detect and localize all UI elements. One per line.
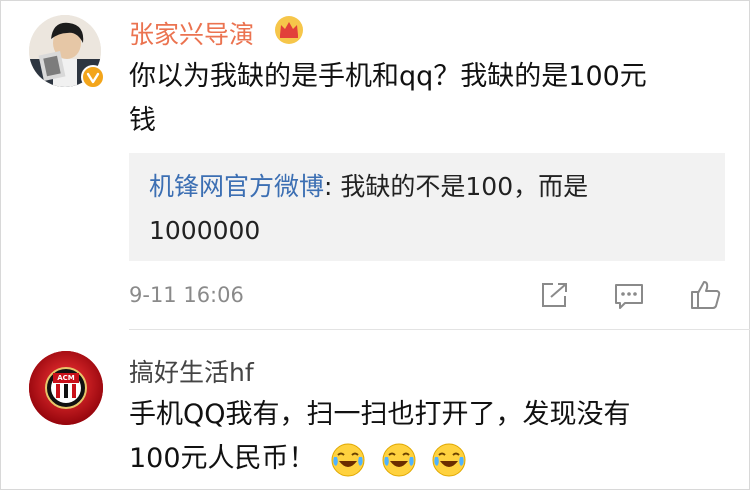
quoted-comment[interactable]: 机锋网官方微博: 我缺的不是100，而是 1000000: [129, 153, 725, 261]
verified-badge-icon: [81, 65, 105, 93]
avatar-user2[interactable]: ACM: [29, 351, 103, 425]
quoted-text-line2: 1000000: [149, 216, 261, 245]
comment1-timestamp: 9-11 16:06: [129, 283, 244, 307]
comment2-text: 手机QQ我有，扫一扫也打开了，发现没有 100元人民币！: [129, 393, 739, 481]
quoted-author-link[interactable]: 机锋网官方微博: [149, 172, 324, 201]
comment-icon: [615, 284, 643, 309]
laughing-crying-emoji: [381, 442, 417, 478]
like-button[interactable]: [689, 279, 723, 311]
like-icon: [691, 281, 721, 309]
quoted-text-line1: : 我缺的不是100，而是: [324, 172, 589, 201]
laughing-crying-emoji: [330, 442, 366, 478]
crown-icon: [274, 15, 304, 49]
comment2-text-line2: 100元人民币！: [129, 443, 316, 474]
comment1-text-line1: 你以为我缺的是手机和qq？我缺的是100元: [129, 61, 647, 92]
comment1-username[interactable]: 张家兴导演: [129, 15, 254, 51]
comment1-text-line2: 钱: [129, 105, 156, 136]
comment-divider: [129, 329, 750, 330]
comment2-text-line1: 手机QQ我有，扫一扫也打开了，发现没有: [129, 399, 631, 430]
laughing-crying-emoji: [431, 442, 467, 478]
comment-button[interactable]: [613, 282, 645, 310]
comment1-text: 你以为我缺的是手机和qq？我缺的是100元 钱: [129, 55, 729, 143]
share-button[interactable]: [539, 281, 571, 309]
svg-text:ACM: ACM: [57, 374, 75, 382]
share-icon: [542, 283, 567, 307]
comment2-text-line2-wrap: 100元人民币！: [129, 437, 739, 481]
comment2-username[interactable]: 搞好生活hf: [129, 353, 254, 389]
